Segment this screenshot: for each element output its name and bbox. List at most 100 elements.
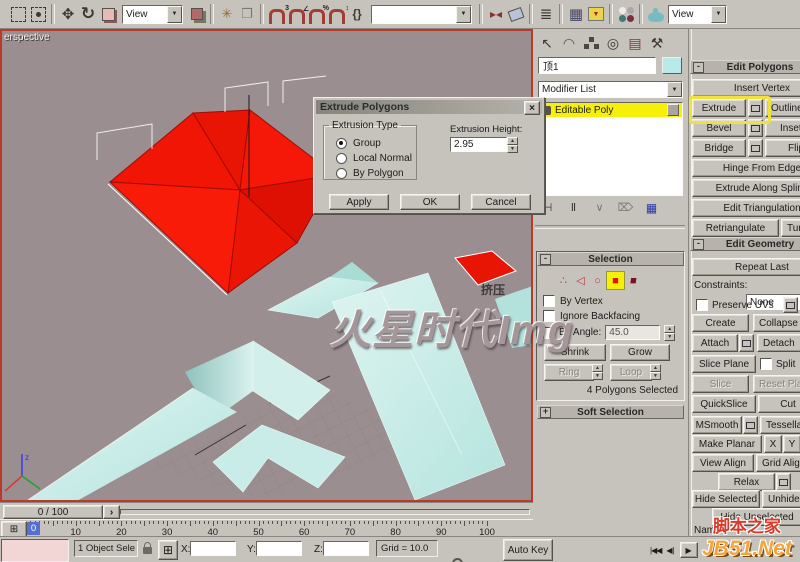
stack-item-editable-poly[interactable]: Editable Poly	[539, 103, 682, 117]
viewport-label[interactable]: erspective	[4, 32, 50, 43]
edit-named-selections-icon[interactable]: {}	[347, 3, 367, 25]
current-frame-marker[interactable]: 0	[27, 522, 40, 535]
view-align-button[interactable]: View Align	[692, 454, 754, 472]
extrude-polygons-dialog[interactable]: Extrude Polygons × Extrusion Type Group …	[313, 97, 545, 214]
previous-frame-icon[interactable]: ◀|	[666, 546, 674, 555]
msmooth-button[interactable]: MSmooth	[692, 416, 742, 434]
select-manipulate-icon[interactable]: ✳	[217, 3, 237, 25]
select-move-icon[interactable]: ✥	[58, 3, 78, 25]
cancel-button[interactable]: Cancel	[471, 194, 531, 210]
tab-utilities[interactable]: ⚒	[648, 32, 666, 54]
slice-plane-button[interactable]: Slice Plane	[692, 355, 756, 373]
next-frame-button[interactable]: ›	[103, 505, 120, 519]
group-radio[interactable]	[336, 138, 347, 149]
ring-spinner[interactable]: ▲ ▼	[592, 364, 603, 380]
select-scale-icon[interactable]	[98, 3, 118, 25]
material-editor-icon[interactable]	[616, 3, 636, 25]
schematic-view-icon[interactable]: ▼	[586, 3, 606, 25]
y-coordinate-field[interactable]	[256, 541, 302, 556]
attach-button[interactable]: Attach	[692, 334, 738, 352]
extrusion-height-spinner[interactable]: ▲ ▼	[507, 137, 518, 153]
ok-button[interactable]: OK	[400, 194, 460, 210]
turn-button[interactable]: Turn	[781, 219, 800, 237]
tab-motion[interactable]: ◎	[604, 32, 622, 54]
time-slider-button[interactable]: 0 / 100	[3, 505, 103, 519]
tessellate-button[interactable]: Tessellate	[760, 416, 800, 434]
object-name-field[interactable]: 顶1	[538, 57, 656, 74]
reset-plane-button[interactable]: Reset Plane	[753, 375, 800, 393]
insert-vertex-button[interactable]: Insert Vertex	[692, 79, 800, 97]
detach-button[interactable]: Detach	[757, 334, 800, 352]
mirror-icon[interactable]: ▸◂	[486, 3, 506, 25]
relax-button[interactable]: Relax	[718, 473, 775, 491]
play-icon[interactable]: ▶	[679, 542, 698, 558]
edit-polygons-rollout-header[interactable]: - Edit Polygons	[690, 60, 800, 74]
close-icon[interactable]: ×	[524, 101, 540, 115]
curve-editor-icon[interactable]: ▦	[566, 3, 586, 25]
go-to-start-icon[interactable]: |◀◀	[650, 546, 662, 555]
selection-rollout-header[interactable]: - Selection	[537, 252, 684, 266]
time-slider-track[interactable]	[120, 509, 530, 515]
select-rotate-icon[interactable]: ↻	[78, 3, 98, 25]
repeat-last-button[interactable]: Repeat Last	[692, 258, 800, 276]
relax-settings-button[interactable]	[776, 473, 791, 491]
border-subobject-icon[interactable]: ○	[589, 272, 606, 289]
bridge-button[interactable]: Bridge	[692, 139, 746, 157]
flip-button[interactable]: Flip	[765, 139, 800, 157]
trackbar-ruler[interactable]: 0102030405060708090100	[0, 520, 533, 538]
make-planar-x-button[interactable]: X	[764, 435, 782, 453]
expand-icon[interactable]: +	[540, 406, 551, 418]
chevron-down-icon[interactable]: ▼	[167, 5, 182, 23]
retriangulate-button[interactable]: Retriangulate	[692, 219, 779, 237]
chevron-down-icon[interactable]: ▼	[711, 5, 726, 23]
grow-button[interactable]: Grow	[610, 344, 670, 361]
snap-toggle-3d-icon[interactable]: 3	[267, 3, 289, 25]
x-coordinate-field[interactable]	[190, 541, 236, 556]
modifier-list-dropdown[interactable]: Modifier List ▼	[538, 81, 683, 98]
angle-value-field[interactable]: 45.0	[605, 325, 661, 340]
collapse-button[interactable]: Collapse	[753, 314, 800, 332]
selection-lock-icon[interactable]	[143, 542, 152, 554]
use-pivot-center-icon[interactable]	[187, 3, 207, 25]
tab-hierarchy[interactable]	[582, 32, 600, 54]
make-planar-button[interactable]: Make Planar	[692, 435, 762, 453]
tab-create[interactable]: ↖	[538, 32, 556, 54]
render-setup-icon[interactable]	[646, 3, 666, 25]
loop-button[interactable]: Loop	[610, 364, 652, 381]
auto-key-button[interactable]: Auto Key	[503, 539, 553, 561]
cut-button[interactable]: Cut	[758, 395, 800, 413]
remove-modifier-icon[interactable]: ⌦	[617, 199, 634, 216]
select-region-icon[interactable]	[8, 3, 28, 25]
vertex-subobject-icon[interactable]: ∴	[555, 272, 572, 289]
collapse-icon[interactable]: -	[693, 238, 704, 250]
collapse-icon[interactable]: -	[540, 253, 551, 265]
edit-triangulation-button[interactable]: Edit Triangulation	[692, 199, 800, 217]
grid-align-button[interactable]: Grid Align	[756, 454, 800, 472]
named-selection-sets-dropdown[interactable]: ▼	[371, 4, 472, 24]
quickslice-button[interactable]: QuickSlice	[692, 395, 756, 413]
keyboard-override-icon[interactable]: ❒	[237, 3, 257, 25]
split-checkbox[interactable]	[760, 358, 772, 370]
hinge-from-edge-button[interactable]: Hinge From Edge	[692, 159, 800, 177]
chevron-down-icon[interactable]: ▼	[456, 5, 471, 23]
configure-modifier-sets-icon[interactable]: ▦	[643, 199, 660, 216]
layer-manager-icon[interactable]: ≣	[536, 3, 556, 25]
hide-selected-button[interactable]: Hide Selected	[692, 490, 760, 508]
loop-spinner[interactable]: ▲ ▼	[650, 364, 661, 380]
subobject-level-icon[interactable]	[667, 104, 679, 116]
extrusion-height-field[interactable]: 2.95	[450, 137, 507, 152]
extrude-along-spline-button[interactable]: Extrude Along Spline	[692, 179, 800, 197]
attach-settings-button[interactable]	[739, 334, 754, 352]
align-icon[interactable]	[506, 3, 526, 25]
chevron-down-icon[interactable]: ▼	[667, 82, 682, 97]
preserve-uvs-checkbox[interactable]	[696, 299, 708, 311]
spinner-snap-icon[interactable]: ↕	[327, 3, 349, 25]
local-normal-radio[interactable]	[336, 153, 347, 164]
modifier-stack[interactable]: Editable Poly	[538, 102, 683, 196]
window-crossing-icon[interactable]	[28, 3, 48, 25]
by-polygon-radio[interactable]	[336, 168, 347, 179]
make-unique-icon[interactable]: ∨	[591, 199, 608, 216]
slice-button[interactable]: Slice	[692, 375, 749, 393]
ring-button[interactable]: Ring	[544, 364, 594, 381]
object-color-swatch[interactable]	[662, 57, 682, 74]
